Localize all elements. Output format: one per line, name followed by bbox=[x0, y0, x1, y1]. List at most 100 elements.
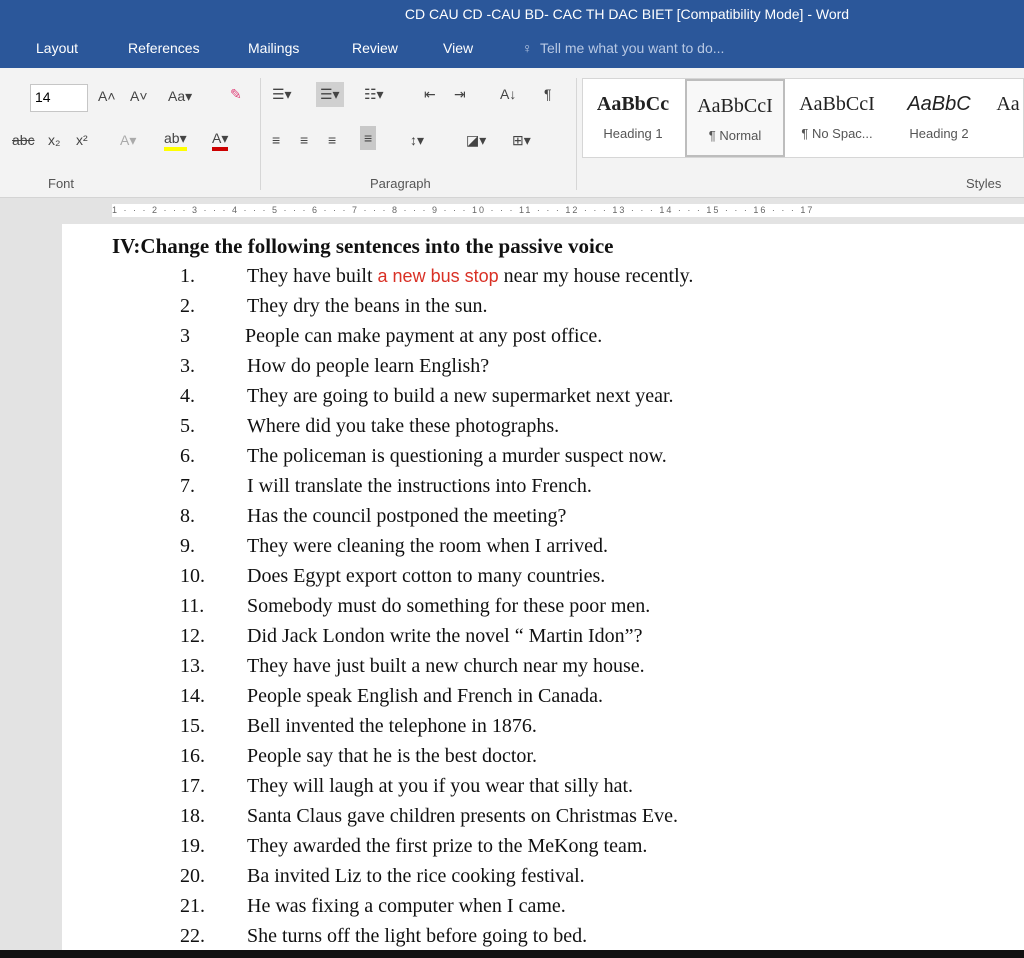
item-number: 4. bbox=[180, 385, 195, 407]
item-number: 18. bbox=[180, 805, 205, 827]
item-text: The policeman is questioning a murder su… bbox=[247, 445, 667, 467]
ribbon: 14 A˄ A˅ Aa▾ ✎ abc x₂ x² A▾ ab▾ A▾ Font … bbox=[0, 68, 1024, 198]
style-sample: AaBbCc bbox=[596, 93, 670, 115]
change-case-icon[interactable]: Aa▾ bbox=[168, 88, 192, 105]
style-no-spacing[interactable]: AaBbCcI ¶ No Spac... bbox=[787, 79, 887, 157]
ribbon-tabs: Layout References Mailings Review View ♀… bbox=[0, 30, 1024, 68]
tab-layout[interactable]: Layout bbox=[36, 40, 78, 56]
tab-review[interactable]: Review bbox=[352, 40, 398, 56]
item-number: 13. bbox=[180, 655, 205, 677]
item-text: Has the council postponed the meeting? bbox=[247, 505, 567, 527]
item-number: 7. bbox=[180, 475, 195, 497]
item-text: They are going to build a new supermarke… bbox=[247, 385, 674, 407]
style-heading-1[interactable]: AaBbCc Heading 1 bbox=[583, 79, 683, 157]
item-number: 19. bbox=[180, 835, 205, 857]
style-title[interactable]: Aa bbox=[991, 79, 1024, 157]
item-number: 5. bbox=[180, 415, 195, 437]
item-text: Did Jack London write the novel “ Martin… bbox=[247, 625, 643, 647]
highlight-icon[interactable]: ab▾ bbox=[164, 130, 187, 151]
sort-icon[interactable]: A↓ bbox=[500, 86, 516, 102]
item-text: They have built a new bus stop near my h… bbox=[247, 265, 693, 288]
subscript-icon[interactable]: x₂ bbox=[48, 132, 60, 148]
item-text: Somebody must do something for these poo… bbox=[247, 595, 651, 617]
ruler[interactable]: 1 · · · 2 · · · 3 · · · 4 · · · 5 · · · … bbox=[0, 198, 1024, 222]
lightbulb-icon: ♀ bbox=[522, 40, 533, 56]
item-text: She turns off the light before going to … bbox=[247, 925, 588, 947]
item-number: 6. bbox=[180, 445, 195, 467]
increase-indent-icon[interactable]: ⇥ bbox=[454, 86, 466, 103]
style-heading-2[interactable]: AaBbC Heading 2 bbox=[889, 79, 989, 157]
highlighted-text: a new bus stop bbox=[377, 266, 499, 286]
styles-gallery: AaBbCc Heading 1 AaBbCcI ¶ Normal AaBbCcI ¶… bbox=[582, 78, 1024, 158]
align-center-icon[interactable]: ≡ bbox=[300, 132, 308, 148]
align-left-icon[interactable]: ≡ bbox=[272, 132, 280, 148]
item-number: 3 bbox=[180, 325, 190, 347]
item-text: Does Egypt export cotton to many countri… bbox=[247, 565, 606, 587]
show-marks-icon[interactable]: ¶ bbox=[544, 86, 552, 102]
borders-icon[interactable]: ⊞▾ bbox=[512, 132, 531, 149]
divider bbox=[260, 78, 261, 190]
style-name: Heading 1 bbox=[603, 126, 663, 141]
item-text: They were cleaning the room when I arriv… bbox=[247, 535, 608, 557]
item-number: 3. bbox=[180, 355, 195, 377]
tab-mailings[interactable]: Mailings bbox=[248, 40, 299, 56]
font-group-label: Font bbox=[48, 176, 75, 191]
item-text: I will translate the instructions into F… bbox=[247, 475, 592, 497]
text-segment: They have built bbox=[247, 265, 378, 287]
item-text: People speak English and French in Canad… bbox=[247, 685, 604, 707]
item-number: 2. bbox=[180, 295, 195, 317]
align-right-icon[interactable]: ≡ bbox=[328, 132, 336, 148]
style-normal[interactable]: AaBbCcI ¶ Normal bbox=[685, 79, 785, 157]
grow-font-icon[interactable]: A˄ bbox=[98, 88, 116, 104]
item-number: 17. bbox=[180, 775, 205, 797]
item-number: 1. bbox=[180, 265, 195, 287]
font-size-select[interactable]: 14 bbox=[30, 84, 88, 112]
title-bar: CD CAU CD -CAU BD- CAC TH DAC BIET [Comp… bbox=[0, 0, 1024, 30]
tell-me-input[interactable]: Tell me what you want to do... bbox=[540, 40, 724, 56]
item-number: 14. bbox=[180, 685, 205, 707]
style-sample: Aa bbox=[996, 93, 1020, 115]
item-text: People say that he is the best doctor. bbox=[247, 745, 537, 767]
font-color-icon[interactable]: A▾ bbox=[212, 130, 229, 151]
superscript-icon[interactable]: x² bbox=[76, 132, 88, 148]
item-number: 12. bbox=[180, 625, 205, 647]
paragraph-group-label: Paragraph bbox=[370, 176, 431, 191]
justify-icon[interactable]: ≡ bbox=[360, 126, 377, 150]
numbering-icon[interactable]: ☰▾ bbox=[316, 82, 344, 107]
item-text: They awarded the first prize to the MeKo… bbox=[247, 835, 648, 857]
item-text: Where did you take these photographs. bbox=[247, 415, 560, 437]
decrease-indent-icon[interactable]: ⇤ bbox=[424, 86, 436, 103]
clear-format-icon[interactable]: ✎ bbox=[230, 86, 242, 103]
item-text: He was fixing a computer when I came. bbox=[247, 895, 566, 917]
shrink-font-icon[interactable]: A˅ bbox=[130, 88, 148, 104]
taskbar-edge bbox=[0, 950, 1024, 958]
item-text: Bell invented the telephone in 1876. bbox=[247, 715, 537, 737]
item-number: 10. bbox=[180, 565, 205, 587]
item-text: People can make payment at any post offi… bbox=[245, 325, 603, 347]
item-number: 16. bbox=[180, 745, 205, 767]
strikethrough-icon[interactable]: abc bbox=[12, 132, 35, 148]
text-segment: near my house recently. bbox=[498, 265, 694, 287]
document-page[interactable]: IV:Change the following sentences into t… bbox=[62, 224, 1024, 950]
item-text: They have just built a new church near m… bbox=[247, 655, 645, 677]
item-text: They dry the beans in the sun. bbox=[247, 295, 488, 317]
multilevel-list-icon[interactable]: ☷▾ bbox=[364, 86, 384, 103]
style-sample: AaBbC bbox=[907, 93, 971, 115]
item-number: 11. bbox=[180, 595, 205, 617]
divider bbox=[576, 78, 577, 190]
item-text: Ba invited Liz to the rice cooking festi… bbox=[247, 865, 585, 887]
style-name: Heading 2 bbox=[909, 126, 969, 141]
shading-icon[interactable]: ◪▾ bbox=[466, 132, 486, 149]
styles-group-label: Styles bbox=[966, 176, 1002, 191]
tab-references[interactable]: References bbox=[128, 40, 200, 56]
line-spacing-icon[interactable]: ↕▾ bbox=[410, 132, 424, 149]
style-sample: AaBbCcI bbox=[697, 95, 773, 117]
style-name: ¶ Normal bbox=[708, 128, 762, 143]
item-number: 8. bbox=[180, 505, 195, 527]
bullets-icon[interactable]: ☰▾ bbox=[272, 86, 292, 103]
text-effects-icon[interactable]: A▾ bbox=[120, 132, 136, 149]
item-number: 15. bbox=[180, 715, 205, 737]
tab-view[interactable]: View bbox=[443, 40, 473, 56]
ruler-scale: 1 · · · 2 · · · 3 · · · 4 · · · 5 · · · … bbox=[112, 204, 1024, 217]
style-sample: AaBbCcI bbox=[799, 93, 875, 115]
